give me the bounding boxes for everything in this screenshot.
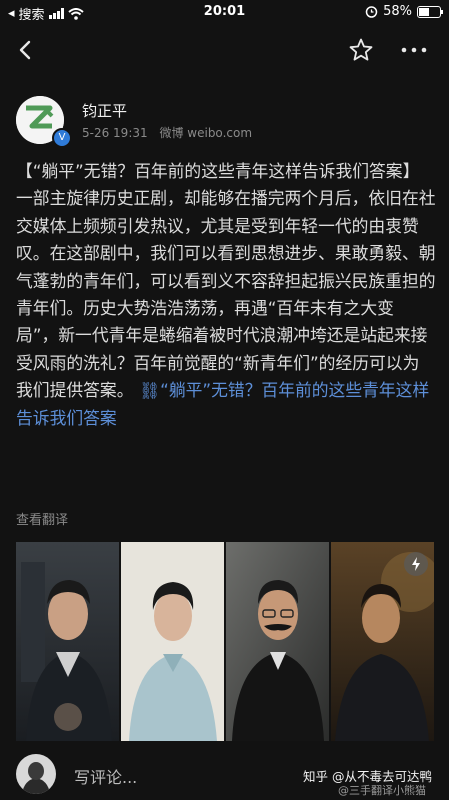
photo-4[interactable] bbox=[331, 542, 434, 741]
post-body: 【“躺平”无错？百年前的这些青年这样告诉我们答案】一部主旋律历史正剧，却能够在播… bbox=[16, 158, 436, 432]
battery-icon bbox=[417, 5, 443, 18]
comment-bar: 写评论... 知乎 @从不毒去可达鸭 @三手翻译小熊猫 bbox=[0, 742, 449, 800]
verified-badge-icon: V bbox=[52, 128, 72, 148]
battery-percent: 58% bbox=[383, 4, 412, 19]
status-bar: ◂ 搜索 20:01 58% bbox=[0, 0, 449, 24]
post-meta: 5-26 19:31 微博 weibo.com bbox=[82, 124, 260, 141]
watermark-translator: @三手翻译小熊猫 bbox=[338, 784, 426, 797]
translate-button[interactable]: 查看翻译 bbox=[16, 509, 68, 528]
post-source: 微博 weibo.com bbox=[159, 126, 253, 140]
photo-3[interactable] bbox=[226, 542, 329, 741]
photo-1[interactable] bbox=[16, 542, 119, 741]
post-date: 5-26 19:31 bbox=[82, 126, 148, 140]
chevron-left-icon[interactable] bbox=[12, 36, 40, 64]
photo-grid bbox=[16, 542, 434, 741]
author-name[interactable]: 钧正平 bbox=[82, 100, 127, 121]
post-text: 【“躺平”无错？百年前的这些青年这样告诉我们答案】一部主旋律历史正剧，却能够在播… bbox=[16, 161, 436, 401]
star-outline-icon[interactable] bbox=[347, 36, 375, 64]
author-header: V 钧正平 5-26 19:31 微博 weibo.com bbox=[16, 96, 436, 148]
live-photo-icon[interactable] bbox=[404, 552, 428, 576]
comment-input[interactable]: 写评论... bbox=[74, 764, 137, 788]
link-icon: ⛓ bbox=[138, 380, 161, 401]
nav-bar bbox=[0, 24, 449, 76]
more-dots-icon[interactable] bbox=[398, 36, 430, 64]
photo-2[interactable] bbox=[121, 542, 224, 741]
alarm-icon bbox=[365, 6, 378, 18]
user-avatar[interactable] bbox=[16, 754, 56, 794]
